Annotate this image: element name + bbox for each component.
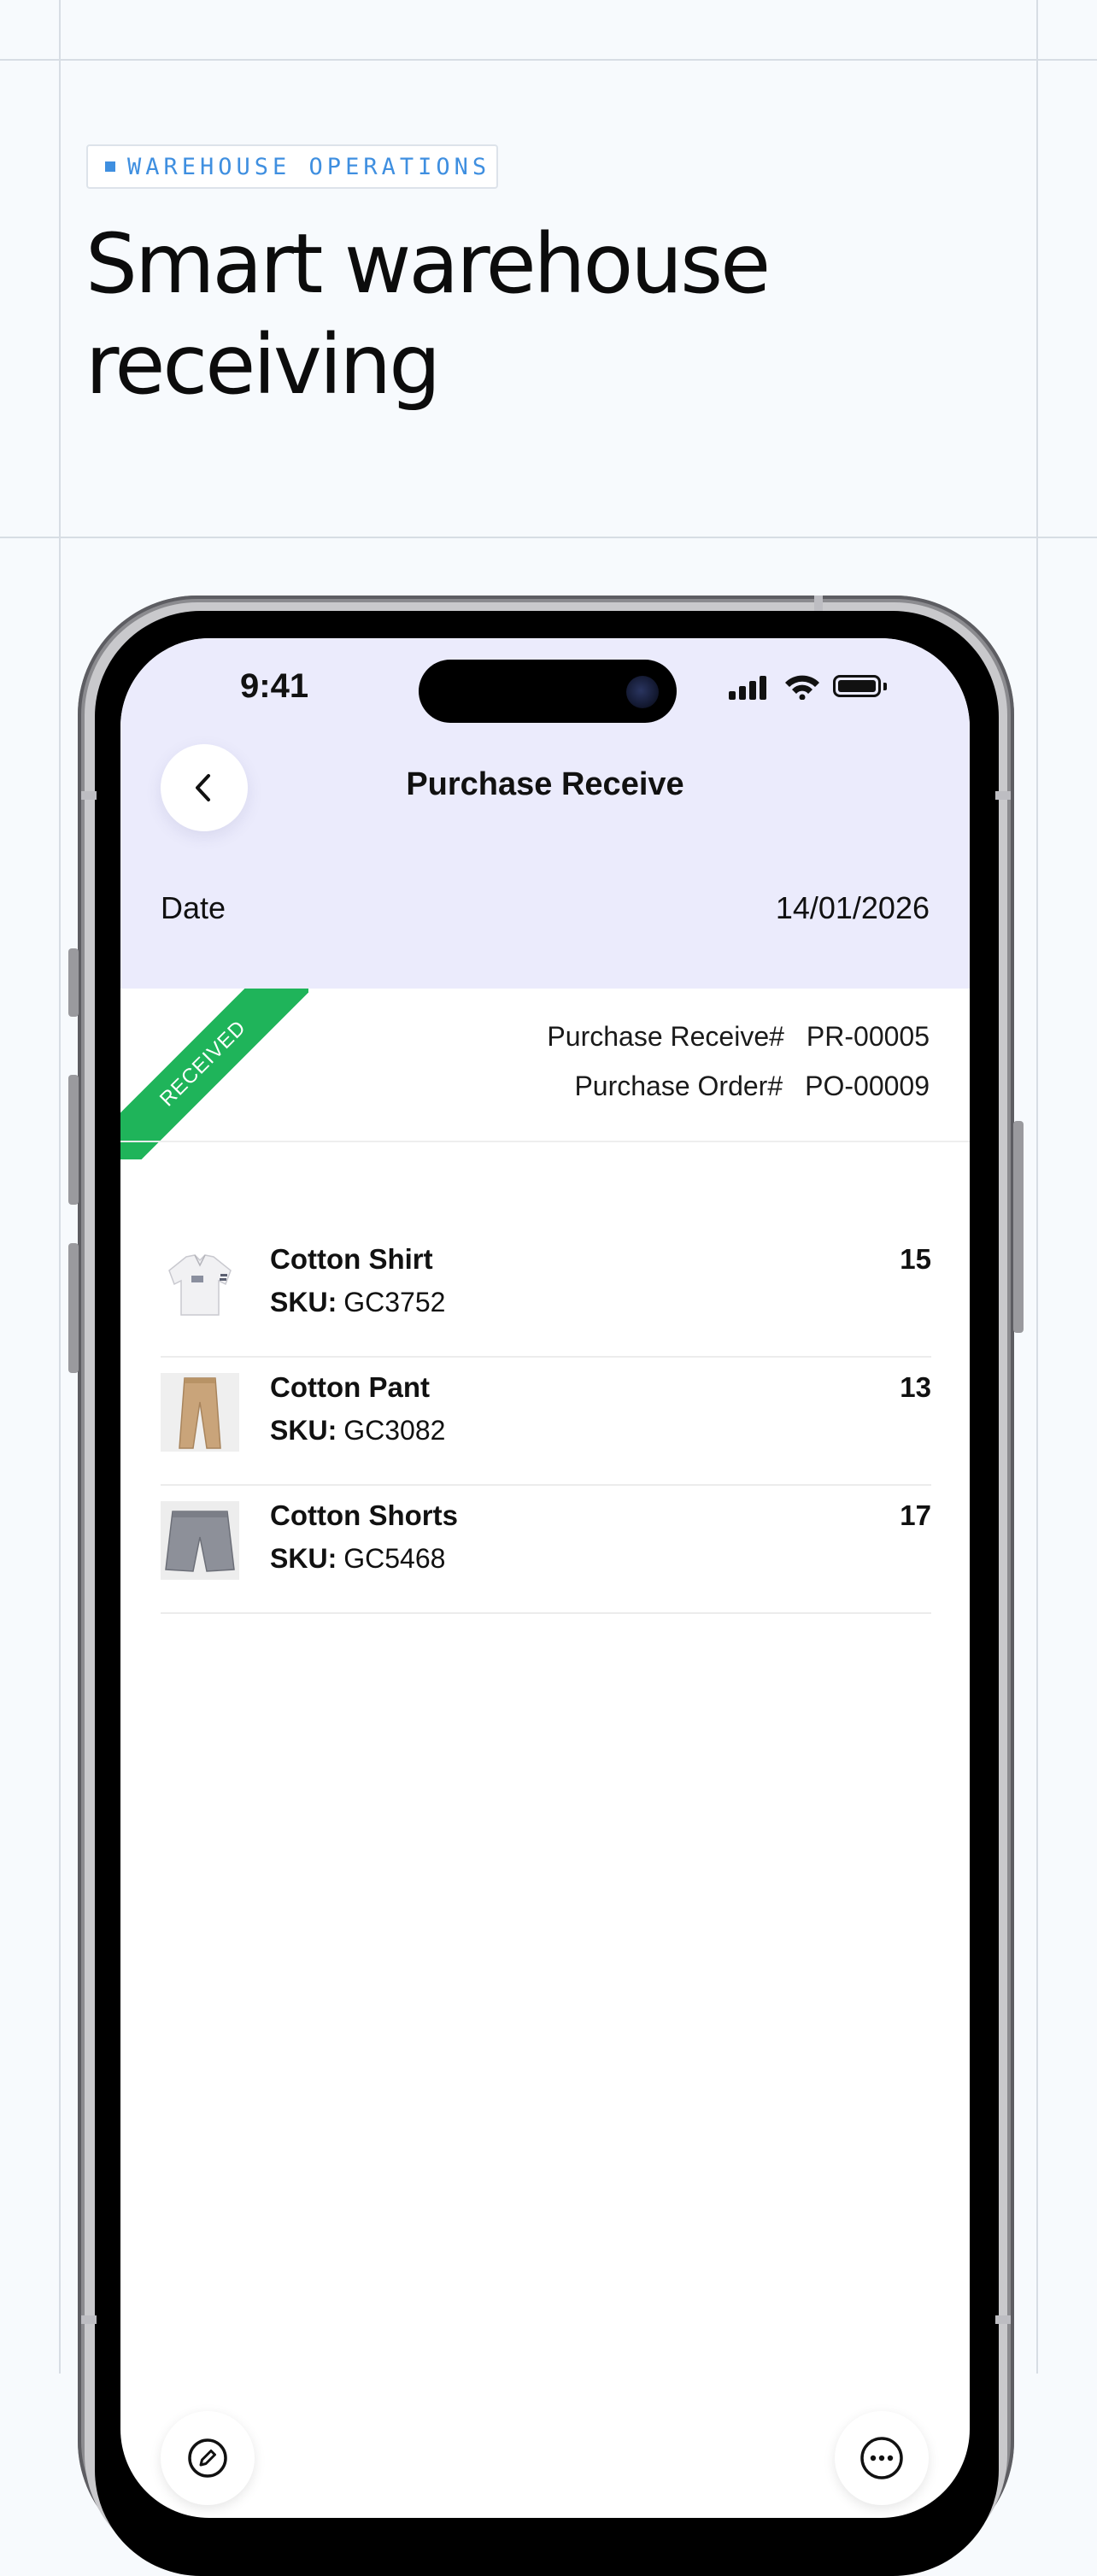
- pant-thumbnail: [161, 1373, 239, 1452]
- item-sku: SKU: GC5468: [270, 1543, 446, 1574]
- received-badge: RECEIVED: [120, 989, 308, 1159]
- status-ribbon: RECEIVED: [120, 989, 308, 1159]
- item-quantity: 15: [900, 1243, 931, 1275]
- category-tag: WAREHOUSE OPERATIONS: [86, 144, 498, 189]
- purchase-receive-row: Purchase Receive# PR-00005: [547, 1021, 930, 1053]
- power-button: [1013, 1121, 1024, 1333]
- pencil-icon: [188, 2438, 227, 2478]
- item-sku: SKU: GC3752: [270, 1287, 446, 1317]
- category-tag-label: WAREHOUSE OPERATIONS: [127, 153, 491, 180]
- item-name: Cotton Shirt: [270, 1243, 433, 1275]
- shorts-thumbnail: [161, 1501, 239, 1580]
- guide-line-horizontal: [0, 59, 1097, 61]
- shirt-thumbnail: [161, 1245, 239, 1323]
- purchase-receive-number: PR-00005: [806, 1021, 930, 1052]
- signal-icon: [729, 691, 736, 700]
- status-time: 9:41: [240, 667, 309, 705]
- antenna-band: [995, 2315, 1011, 2324]
- screen-title: Purchase Receive: [406, 766, 684, 802]
- wifi-icon: [785, 675, 819, 700]
- list-item[interactable]: Cotton Pant SKU: GC3082 13: [161, 1356, 931, 1486]
- front-camera: [626, 676, 659, 708]
- signal-icon: [749, 681, 756, 700]
- volume-up-button: [68, 1075, 79, 1205]
- divider: [120, 1141, 970, 1142]
- guide-line-vertical: [59, 0, 61, 2374]
- date-label: Date: [161, 890, 226, 925]
- list-item[interactable]: Cotton Shorts SKU: GC5468 17: [161, 1484, 931, 1614]
- antenna-band: [81, 2315, 97, 2324]
- antenna-band: [995, 791, 1011, 800]
- item-quantity: 17: [900, 1499, 931, 1531]
- battery-cap: [883, 683, 887, 690]
- more-options-button[interactable]: [835, 2411, 929, 2505]
- purchase-order-label: Purchase Order#: [574, 1071, 783, 1101]
- battery-icon: [833, 675, 881, 697]
- hero-title: Smart warehouse receiving: [85, 216, 771, 413]
- item-name: Cotton Shorts: [270, 1499, 458, 1531]
- item-name: Cotton Pant: [270, 1371, 430, 1403]
- status-icons: [729, 674, 887, 700]
- tag-square-icon: [105, 161, 115, 172]
- edit-button[interactable]: [161, 2411, 255, 2505]
- item-quantity: 13: [900, 1371, 931, 1403]
- purchase-order-number: PO-00009: [805, 1071, 930, 1101]
- signal-icon: [739, 686, 746, 700]
- antenna-band: [814, 596, 823, 611]
- purchase-order-row: Purchase Order# PO-00009: [574, 1071, 930, 1102]
- guide-line-horizontal: [0, 537, 1097, 538]
- volume-down-button: [68, 1243, 79, 1373]
- more-icon: [860, 2437, 903, 2479]
- signal-icon: [760, 676, 766, 700]
- action-button: [68, 948, 79, 1017]
- guide-line-vertical: [1036, 0, 1038, 2374]
- list-item[interactable]: Cotton Shirt SKU: GC3752 15: [161, 1228, 931, 1358]
- date-value: 14/01/2026: [775, 890, 930, 925]
- purchase-receive-label: Purchase Receive#: [547, 1021, 784, 1052]
- item-sku: SKU: GC3082: [270, 1415, 446, 1446]
- antenna-band: [81, 791, 97, 800]
- app-screen: 9:41 Purchase Receive Date 14/01/2026 RE…: [120, 638, 970, 2518]
